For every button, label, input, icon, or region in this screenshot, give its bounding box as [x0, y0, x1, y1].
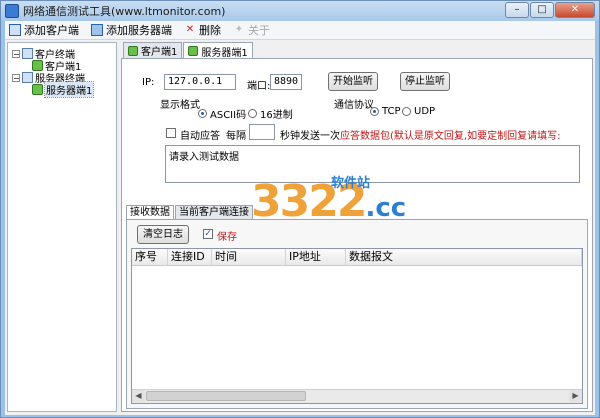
grid-header: 序号 连接ID 时间 IP地址 数据报文 — [132, 249, 582, 266]
tree-node-server-1[interactable]: 服务器端1 — [32, 81, 95, 98]
add-client-button[interactable]: 添加客户端 — [9, 22, 79, 38]
connection-icon — [32, 84, 43, 95]
right-pane: 客户端1 服务器端1 IP: 127.0.0.1 端口: 8890 开始监听 停… — [121, 42, 593, 412]
radio-dot — [370, 107, 379, 116]
minimize-button[interactable]: – — [505, 2, 529, 18]
app-window: 网络通信测试工具(www.ltmonitor.com) – □ ✕ 添加客户端 … — [0, 0, 600, 418]
toolbar: 添加客户端 添加服务器端 ✕ 删除 ✦ 关于 — [5, 21, 595, 40]
radio-dot — [198, 109, 207, 118]
port-label: 端口: — [247, 81, 271, 92]
title-bar: 网络通信测试工具(www.ltmonitor.com) – □ ✕ — [1, 1, 599, 21]
receive-panel: 清空日志 ✓ 保存 序号 连接ID 时间 IP地址 数据报文 ◀ ▶ — [126, 219, 588, 409]
receive-grid: 序号 连接ID 时间 IP地址 数据报文 ◀ ▶ — [131, 248, 583, 404]
protocol-udp-label: UDP — [414, 106, 436, 117]
about-label: 关于 — [248, 24, 270, 37]
ip-label: IP: — [142, 77, 155, 88]
column-header[interactable]: 时间 — [212, 249, 286, 265]
delete-icon: ✕ — [185, 24, 195, 35]
scroll-thumb[interactable] — [146, 391, 306, 401]
tab-client-1[interactable]: 客户端1 — [123, 42, 183, 58]
radio-dot — [402, 107, 411, 116]
auto-reply-checkbox[interactable] — [166, 128, 176, 138]
format-ascii-label: ASCII码 — [210, 110, 247, 121]
column-header[interactable]: 数据报文 — [346, 249, 582, 265]
tab-strip: 客户端1 服务器端1 — [123, 42, 254, 59]
port-input[interactable]: 8890 — [270, 74, 302, 90]
maximize-button[interactable]: □ — [530, 2, 554, 18]
add-server-button[interactable]: 添加服务器端 — [91, 22, 172, 38]
protocol-tcp-radio[interactable]: TCP — [370, 106, 401, 117]
close-button[interactable]: ✕ — [555, 2, 595, 18]
watermark: 软件站 3322.cc — [251, 176, 406, 227]
client-area: − 客户终端 客户端1 − 服务器终端 服务器端1 客户端1 服务器端1 IP:… — [5, 40, 595, 415]
add-server-label: 添加服务器端 — [106, 24, 172, 37]
add-client-icon — [9, 24, 21, 36]
save-checkbox[interactable]: ✓ — [203, 229, 213, 239]
protocol-tcp-label: TCP — [382, 106, 401, 117]
format-ascii-radio[interactable]: ASCII码 — [198, 106, 246, 121]
horizontal-scrollbar[interactable]: ◀ ▶ — [132, 389, 582, 403]
stop-listen-button[interactable]: 停止监听 — [400, 72, 450, 91]
column-header[interactable]: 连接ID — [168, 249, 212, 265]
tab-receive-data[interactable]: 接收数据 — [126, 205, 174, 219]
clear-log-button[interactable]: 清空日志 — [137, 225, 189, 244]
save-label: 保存 — [217, 232, 237, 243]
tab-client-1-label: 客户端1 — [141, 47, 178, 58]
about-button[interactable]: ✦ 关于 — [233, 22, 270, 38]
collapse-icon[interactable]: − — [12, 73, 20, 82]
delete-label: 删除 — [199, 24, 221, 37]
radio-dot — [248, 109, 257, 118]
watermark-tagline: 软件站 — [331, 176, 371, 191]
tab-server-1[interactable]: 服务器端1 — [183, 42, 253, 59]
auto-reply-label: 自动应答 — [180, 131, 220, 142]
watermark-suffix: .cc — [365, 193, 407, 223]
column-header[interactable]: 序号 — [132, 249, 168, 265]
scroll-right-icon[interactable]: ▶ — [569, 390, 582, 402]
protocol-udp-radio[interactable]: UDP — [402, 106, 435, 117]
connection-tree: − 客户终端 客户端1 − 服务器终端 服务器端1 — [7, 42, 117, 412]
subtab-strip: 接收数据 当前客户端连接 — [126, 205, 254, 219]
column-header[interactable]: IP地址 — [286, 249, 346, 265]
about-icon: ✦ — [234, 24, 244, 35]
interval-suffix: 秒钟发送一次 — [280, 131, 340, 142]
add-server-icon — [91, 24, 103, 36]
format-hex-label: 16进制 — [260, 110, 293, 121]
server-panel: IP: 127.0.0.1 端口: 8890 开始监听 停止监听 显示格式 AS… — [121, 58, 593, 412]
delete-button[interactable]: ✕ 删除 — [184, 22, 221, 38]
add-client-label: 添加客户端 — [24, 24, 79, 37]
start-listen-button[interactable]: 开始监听 — [328, 72, 378, 91]
ip-input[interactable]: 127.0.0.1 — [164, 74, 236, 90]
scroll-left-icon[interactable]: ◀ — [132, 390, 145, 402]
reply-note: 应答数据包(默认是原文回复,如要定制回复请填写: — [340, 131, 561, 142]
tree-label-server-1: 服务器端1 — [43, 81, 95, 98]
display-format-label: 显示格式 — [160, 100, 200, 111]
connection-icon — [128, 45, 138, 56]
tab-server-1-label: 服务器端1 — [201, 47, 248, 59]
window-title: 网络通信测试工具(www.ltmonitor.com) — [23, 5, 226, 18]
connection-icon — [188, 46, 199, 56]
protocol-label: 通信协议 — [334, 100, 374, 111]
interval-input[interactable] — [249, 124, 275, 140]
format-hex-radio[interactable]: 16进制 — [248, 106, 293, 121]
collapse-icon[interactable]: − — [12, 49, 20, 58]
interval-label: 每隔 — [226, 131, 246, 142]
tab-client-connections[interactable]: 当前客户端连接 — [175, 205, 253, 219]
app-icon — [5, 4, 19, 18]
